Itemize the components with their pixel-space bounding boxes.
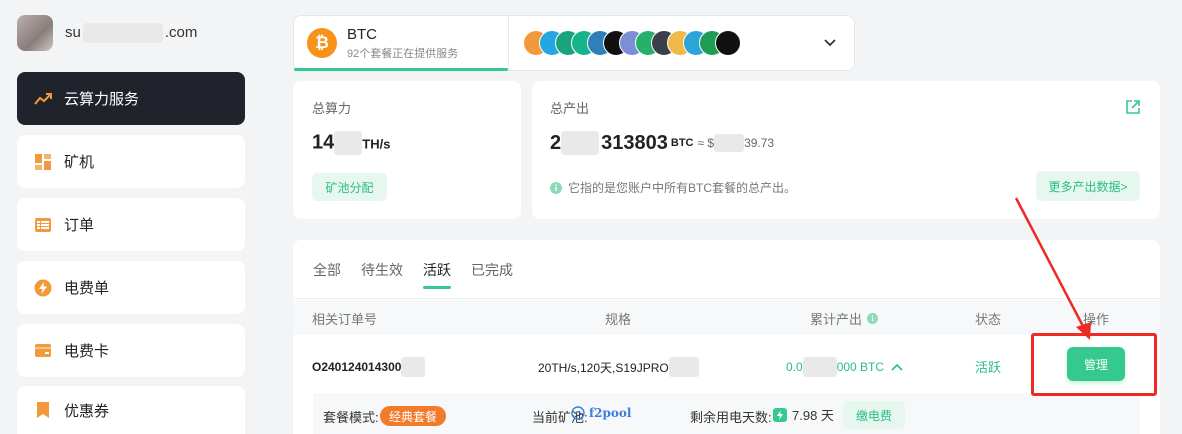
output-note: 它指的是您账户中所有BTC套餐的总产出。 <box>550 179 796 196</box>
redacted-email <box>82 23 163 43</box>
share-icon[interactable] <box>1125 99 1141 120</box>
plan-label: 套餐模式: <box>323 410 379 425</box>
order-spec: 20TH/s,120天,S19JPRO <box>538 357 699 377</box>
sidebar-item-label: 云算力服务 <box>64 91 140 108</box>
trending-up-icon <box>34 90 52 108</box>
header-order-no: 相关订单号 <box>312 312 378 327</box>
header-action: 操作 <box>1083 312 1110 327</box>
sidebar-item-label: 矿机 <box>64 154 95 171</box>
chevron-up-icon[interactable] <box>891 363 903 371</box>
hashrate-label: 总算力 <box>312 101 352 116</box>
table-header: 相关订单号 规格 累计产出 状态 操作 <box>293 300 1160 335</box>
days-value: 7.98 天 <box>773 405 834 424</box>
header-spec: 规格 <box>605 312 632 327</box>
order-output: 0.0 000 BTC <box>786 357 903 377</box>
header-status: 状态 <box>975 312 1002 327</box>
hashrate-unit: TH/s <box>362 136 391 152</box>
order-no: O240124014300 <box>312 357 426 377</box>
sidebar-item-label: 订单 <box>64 217 95 234</box>
list-icon <box>34 216 52 234</box>
lightning-icon <box>34 279 52 297</box>
days-label: 剩余用电天数: <box>690 410 772 425</box>
output-label: 总产出 <box>550 101 590 116</box>
coin-name: BTC <box>347 25 377 43</box>
header-output: 累计产出 <box>810 309 879 328</box>
output-value: 2 313803 BTC ≈ $39.73 <box>550 131 775 155</box>
avatar[interactable] <box>17 15 53 51</box>
sidebar-item-orders[interactable]: 订单 <box>17 198 245 251</box>
more-output-button[interactable]: 更多产出数据> <box>1036 171 1140 201</box>
sidebar-item-label: 电费卡 <box>64 343 110 360</box>
hashrate-card: 总算力 14 TH/s 矿池分配 <box>293 81 521 219</box>
email-suffix: .com <box>164 23 198 41</box>
coin-current[interactable]: ₿ BTC 92个套餐正在提供服务 <box>294 16 509 71</box>
order-detail: 套餐模式: 经典套餐 当前矿池: f2pool 剩余用电天数: 7.98 天 缴… <box>313 393 1140 434</box>
chevron-down-icon[interactable] <box>822 34 838 50</box>
pool-value: f2pool <box>571 406 631 420</box>
user-email: su .com <box>65 23 197 43</box>
info-icon[interactable] <box>867 313 879 324</box>
divider <box>293 298 1160 299</box>
user-profile[interactable]: su .com <box>17 14 247 52</box>
pool-allocation-button[interactable]: 矿池分配 <box>312 173 387 201</box>
bookmark-icon <box>34 401 52 419</box>
coin-selector[interactable]: ₿ BTC 92个套餐正在提供服务 <box>293 15 855 71</box>
sidebar-item-coupons[interactable]: 优惠券 <box>17 386 245 434</box>
sidebar-item-cloud-hashrate[interactable]: 云算力服务 <box>17 72 245 125</box>
coin-list[interactable] <box>523 30 741 56</box>
hashrate-value: 14 TH/s <box>312 131 391 155</box>
pay-electricity-button[interactable]: 缴电费 <box>843 401 905 429</box>
status-badge: 活跃 <box>975 360 1002 375</box>
annotation-highlight-box <box>1031 333 1157 396</box>
tab-completed[interactable]: 已完成 <box>471 260 513 288</box>
output-card: 总产出 2 313803 BTC ≈ $39.73 它指的是您账户中所有BTC套餐… <box>532 81 1160 219</box>
sidebar-item-label: 优惠券 <box>64 402 110 420</box>
coin-option-12[interactable] <box>715 30 741 56</box>
sidebar: su .com 云算力服务 矿机 订单 电费单 电费卡 优惠券 <box>0 0 262 434</box>
order-tabs: 全部 待生效 活跃 已完成 <box>313 260 533 289</box>
card-icon <box>34 342 52 360</box>
tab-active[interactable]: 活跃 <box>423 260 451 289</box>
info-icon <box>550 181 562 194</box>
coin-desc: 92个套餐正在提供服务 <box>347 47 459 60</box>
tab-all[interactable]: 全部 <box>313 260 341 288</box>
sidebar-item-label: 电费单 <box>64 280 110 297</box>
btc-icon: ₿ <box>307 28 337 58</box>
plan-badge: 经典套餐 <box>380 406 447 426</box>
email-prefix: su <box>65 23 81 41</box>
sidebar-item-miner[interactable]: 矿机 <box>17 135 245 188</box>
miner-icon <box>34 153 52 171</box>
sidebar-item-electricity-bill[interactable]: 电费单 <box>17 261 245 314</box>
tab-pending[interactable]: 待生效 <box>361 260 403 288</box>
f2pool-icon <box>571 406 585 420</box>
sidebar-item-electricity-card[interactable]: 电费卡 <box>17 324 245 377</box>
lightning-icon <box>773 407 787 422</box>
